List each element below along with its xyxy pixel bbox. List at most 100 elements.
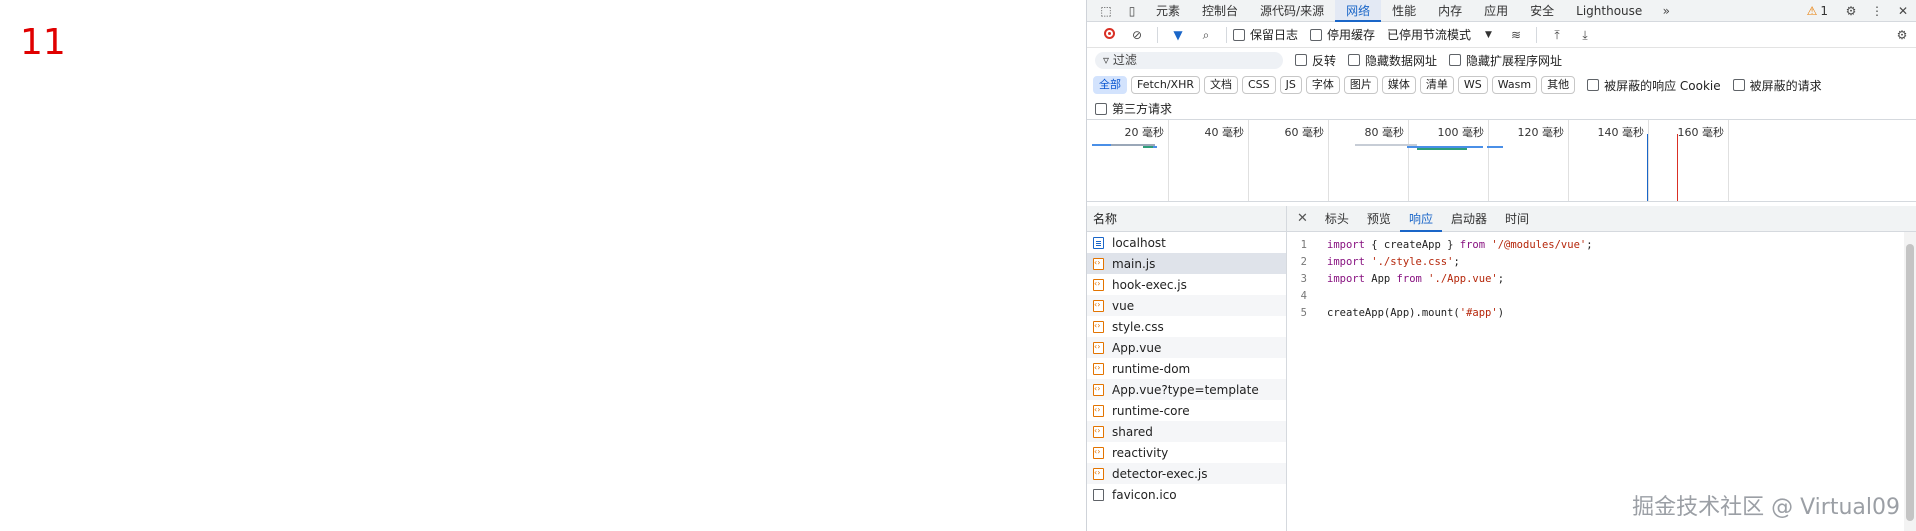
request-row[interactable]: main.js bbox=[1087, 253, 1286, 274]
network-conditions-icon[interactable]: ≋ bbox=[1508, 27, 1524, 43]
dom-content-loaded-marker bbox=[1647, 134, 1648, 201]
export-har-icon[interactable]: ⤓ bbox=[1577, 27, 1593, 43]
resource-type-pill[interactable]: 字体 bbox=[1305, 76, 1340, 94]
hide-data-urls-label: 隐藏数据网址 bbox=[1365, 53, 1438, 68]
timeline-tick-label: 120 毫秒 bbox=[1517, 126, 1565, 139]
timeline-gridline bbox=[1408, 120, 1409, 201]
device-toolbar-icon[interactable]: ▯ bbox=[1125, 4, 1139, 18]
disable-cache-checkbox[interactable]: 停用缓存 bbox=[1310, 26, 1375, 43]
search-icon[interactable]: ⌕ bbox=[1198, 27, 1214, 43]
line-number: 2 bbox=[1300, 255, 1307, 268]
network-settings-icon[interactable]: ⚙ bbox=[1894, 27, 1910, 43]
network-timeline-overview[interactable]: 20 毫秒 40 毫秒 60 毫秒 80 毫秒 100 毫秒 120 毫秒 140 毫秒 16… bbox=[1087, 120, 1916, 202]
resource-type-pills: 全部 Fetch/XHR 文档 CSS JS 字体 图片 媒体 清单 WS Wasm 其他 bbox=[1093, 76, 1579, 94]
devtools-tab[interactable]: 控制台 bbox=[1191, 0, 1249, 22]
devtools-tab[interactable]: 源代码/来源 bbox=[1249, 0, 1335, 22]
request-row[interactable]: detector-exec.js bbox=[1087, 463, 1286, 484]
request-name: main.js bbox=[1112, 256, 1156, 271]
resource-type-pill[interactable]: WS bbox=[1457, 76, 1488, 94]
detail-tab[interactable]: 启动器 bbox=[1442, 206, 1496, 232]
detail-tabs: ✕ 标头 预览 响应 启动器 时间 bbox=[1287, 206, 1916, 232]
timeline-gridline bbox=[1568, 120, 1569, 201]
devtools-tab[interactable]: Lighthouse bbox=[1565, 0, 1653, 22]
third-party-checkbox[interactable]: 第三方请求 bbox=[1095, 100, 1172, 117]
blocked-cookies-checkbox[interactable]: 被屏蔽的响应 Cookie bbox=[1587, 77, 1721, 94]
timeline-gridline bbox=[1328, 120, 1329, 201]
request-row[interactable]: reactivity bbox=[1087, 442, 1286, 463]
devtools-tab[interactable]: 内存 bbox=[1427, 0, 1473, 22]
filter-input[interactable]: ▿ 过滤 bbox=[1095, 51, 1283, 69]
script-icon bbox=[1093, 320, 1104, 333]
script-icon bbox=[1093, 362, 1104, 375]
devtools-tab[interactable]: 网络 bbox=[1335, 0, 1382, 22]
request-row[interactable]: hook-exec.js bbox=[1087, 274, 1286, 295]
devtools-tab[interactable]: 应用 bbox=[1473, 0, 1519, 22]
devtools-tab[interactable]: 安全 bbox=[1519, 0, 1565, 22]
devtools-tab[interactable]: 元素 bbox=[1145, 0, 1191, 22]
file-icon bbox=[1093, 488, 1104, 501]
preserve-log-checkbox[interactable]: 保留日志 bbox=[1233, 26, 1298, 43]
request-row[interactable]: runtime-dom bbox=[1087, 358, 1286, 379]
more-tabs-icon[interactable]: » bbox=[1659, 4, 1673, 18]
request-name: hook-exec.js bbox=[1112, 277, 1187, 292]
request-row[interactable]: App.vue bbox=[1087, 337, 1286, 358]
resource-type-pill[interactable]: 清单 bbox=[1419, 76, 1454, 94]
document-icon bbox=[1093, 236, 1104, 249]
request-row[interactable]: runtime-core bbox=[1087, 400, 1286, 421]
resource-type-pill[interactable]: 图片 bbox=[1343, 76, 1378, 94]
hide-extension-urls-checkbox[interactable]: 隐藏扩展程序网址 bbox=[1449, 52, 1562, 69]
request-row[interactable]: favicon.ico bbox=[1087, 484, 1286, 505]
devtools-tab[interactable]: 性能 bbox=[1381, 0, 1427, 22]
request-row[interactable]: App.vue?type=template bbox=[1087, 379, 1286, 400]
record-icon[interactable] bbox=[1101, 27, 1117, 43]
timeline-request-bar bbox=[1092, 144, 1111, 146]
resource-type-pill[interactable]: Wasm bbox=[1491, 76, 1538, 94]
close-devtools-icon[interactable]: ✕ bbox=[1896, 4, 1910, 18]
detail-tab[interactable]: 响应 bbox=[1399, 206, 1442, 232]
inspect-icon[interactable]: ⬚ bbox=[1099, 4, 1113, 18]
resource-type-pill[interactable]: CSS bbox=[1241, 76, 1276, 94]
request-name: runtime-core bbox=[1112, 403, 1190, 418]
resource-type-pill[interactable]: 文档 bbox=[1203, 76, 1238, 94]
blocked-requests-label: 被屏蔽的请求 bbox=[1749, 78, 1822, 93]
kebab-menu-icon[interactable]: ⋮ bbox=[1870, 4, 1884, 18]
warning-counter[interactable]: ⚠ 1 bbox=[1807, 4, 1828, 18]
vertical-scrollbar[interactable] bbox=[1904, 232, 1916, 531]
script-icon bbox=[1093, 404, 1104, 417]
resource-type-pill[interactable]: Fetch/XHR bbox=[1131, 76, 1200, 94]
resource-type-pill[interactable]: 媒体 bbox=[1381, 76, 1416, 94]
request-row[interactable]: vue bbox=[1087, 295, 1286, 316]
import-har-icon[interactable]: ⤒ bbox=[1549, 27, 1565, 43]
settings-icon[interactable]: ⚙ bbox=[1844, 4, 1858, 18]
script-icon bbox=[1093, 341, 1104, 354]
resource-type-pill[interactable]: 其他 bbox=[1541, 76, 1576, 94]
timeline-request-bar bbox=[1487, 146, 1503, 148]
request-row[interactable]: localhost bbox=[1087, 232, 1286, 253]
clear-icon[interactable]: ⊘ bbox=[1129, 27, 1145, 43]
throttle-select[interactable]: 已停用节流模式 ▼ bbox=[1387, 26, 1492, 43]
name-column-header[interactable]: 名称 bbox=[1087, 206, 1286, 232]
third-party-row: 第三方请求 bbox=[1087, 98, 1916, 120]
close-icon[interactable]: ✕ bbox=[1297, 211, 1308, 226]
devtools-panel: ⬚ ▯ 元素 控制台 源代码/来源 网络 性能 内存 应用 安全 Lighthouse » ⚠ 1… bbox=[1086, 0, 1916, 531]
filter-icon[interactable]: ▼ bbox=[1170, 27, 1186, 43]
timeline-tick-label: 40 毫秒 bbox=[1204, 126, 1245, 139]
resource-type-pill[interactable]: JS bbox=[1279, 76, 1302, 94]
blocked-requests-checkbox[interactable]: 被屏蔽的请求 bbox=[1732, 77, 1822, 94]
request-row[interactable]: style.css bbox=[1087, 316, 1286, 337]
resource-type-pill[interactable]: 全部 bbox=[1093, 76, 1127, 94]
code-text: import './style.css'; bbox=[1327, 255, 1460, 268]
request-name: App.vue bbox=[1112, 340, 1162, 355]
script-icon bbox=[1093, 257, 1104, 270]
invert-checkbox[interactable]: 反转 bbox=[1295, 52, 1336, 69]
detail-tab[interactable]: 标头 bbox=[1316, 206, 1358, 232]
code-text: createApp(App).mount('#app') bbox=[1327, 306, 1505, 319]
scrollbar-thumb[interactable] bbox=[1906, 244, 1914, 521]
line-number: 1 bbox=[1300, 238, 1307, 251]
hide-data-urls-checkbox[interactable]: 隐藏数据网址 bbox=[1348, 52, 1437, 69]
request-row[interactable]: shared bbox=[1087, 421, 1286, 442]
request-name: runtime-dom bbox=[1112, 361, 1191, 376]
detail-tab[interactable]: 时间 bbox=[1496, 206, 1538, 232]
detail-tab[interactable]: 预览 bbox=[1358, 206, 1400, 232]
timeline-gridline bbox=[1728, 120, 1729, 201]
